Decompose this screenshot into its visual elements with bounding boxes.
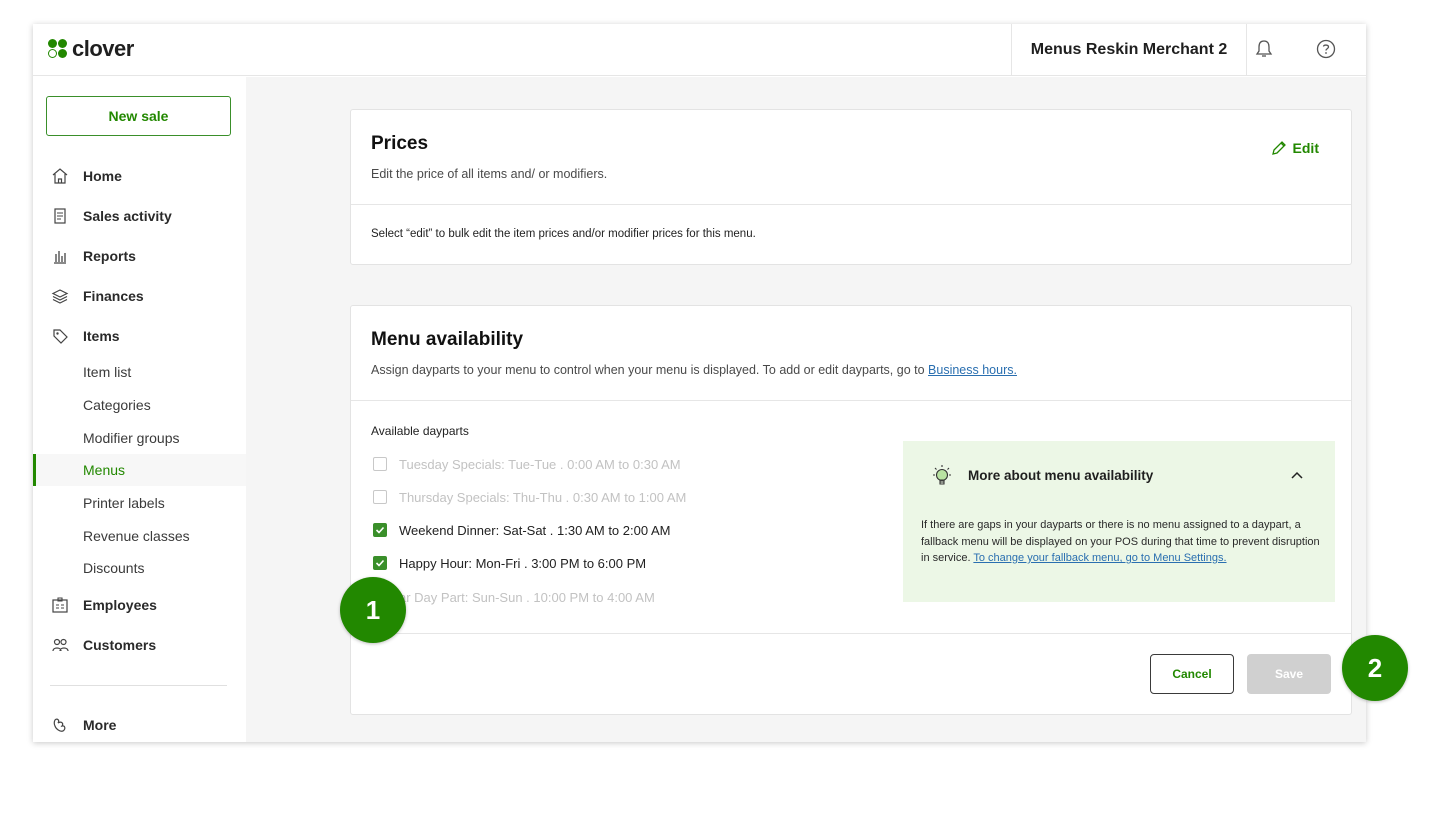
- menu-availability-card: Menu availability Assign dayparts to you…: [350, 305, 1352, 715]
- sidebar-subitem-label: Menus: [83, 462, 126, 478]
- edit-prices-button[interactable]: Edit: [1271, 140, 1319, 156]
- prices-title: Prices: [371, 133, 429, 154]
- daypart-checkbox[interactable]: [373, 457, 387, 471]
- step-marker-2: 2: [1342, 635, 1408, 701]
- sidebar-item-label: Finances: [83, 288, 144, 304]
- daypart-checkbox[interactable]: [373, 490, 387, 504]
- sidebar-item-more[interactable]: More: [33, 711, 246, 739]
- sidebar-item-label: Items: [83, 328, 120, 344]
- sidebar-item-label: Home: [83, 168, 122, 184]
- bell-icon[interactable]: [1253, 38, 1275, 60]
- availability-subtitle: Assign dayparts to your menu to control …: [371, 363, 1017, 377]
- tag-icon: [53, 329, 68, 344]
- prices-note: Select “edit” to bulk edit the item pric…: [371, 228, 756, 240]
- info-panel-title: More about menu availability: [968, 468, 1154, 483]
- sidebar-subitem-label: Printer labels: [83, 495, 165, 511]
- sidebar: New sale Home Sales activity Reports Fin…: [33, 77, 246, 742]
- chevron-up-icon[interactable]: [1289, 468, 1305, 484]
- sidebar-subitem-label: Discounts: [83, 560, 145, 576]
- daypart-label: Tuesday Specials: Tue-Tue . 0:00 AM to 0…: [399, 456, 681, 472]
- new-sale-button[interactable]: New sale: [46, 96, 231, 136]
- sidebar-subitem-label: Revenue classes: [83, 528, 190, 544]
- sidebar-item-reports[interactable]: Reports: [33, 242, 246, 270]
- sidebar-subitem-label: Categories: [83, 397, 151, 413]
- id-badge-icon: [52, 597, 68, 613]
- sidebar-divider: [50, 685, 227, 686]
- sidebar-item-label: Employees: [83, 597, 157, 613]
- menu-settings-link[interactable]: To change your fallback menu, go to Menu…: [973, 552, 1226, 564]
- layers-icon: [51, 289, 69, 304]
- cancel-button[interactable]: Cancel: [1150, 654, 1234, 694]
- sidebar-subitem-label: Modifier groups: [83, 430, 180, 446]
- sidebar-item-finances[interactable]: Finances: [33, 282, 246, 310]
- sidebar-subitem-revenue-classes[interactable]: Revenue classes: [33, 520, 246, 552]
- sidebar-item-employees[interactable]: Employees: [33, 591, 246, 619]
- app-window: clover Menus Reskin Merchant 2 New sale …: [33, 24, 1366, 742]
- home-icon: [52, 168, 68, 184]
- business-hours-link[interactable]: Business hours.: [928, 363, 1017, 377]
- more-apps-icon: [53, 718, 66, 732]
- merchant-name[interactable]: Menus Reskin Merchant 2: [1011, 24, 1247, 76]
- bar-chart-icon: [54, 251, 66, 264]
- sidebar-item-label: Customers: [83, 637, 157, 653]
- pencil-icon: [1271, 141, 1286, 155]
- sidebar-item-customers[interactable]: Customers: [33, 631, 246, 659]
- daypart-checkbox-row[interactable]: Happy Hour: Mon-Fri . 3:00 PM to 6:00 PM: [373, 554, 646, 572]
- main-content: Prices Edit the price of all items and/ …: [246, 77, 1366, 742]
- help-icon[interactable]: [1315, 38, 1337, 60]
- sidebar-subitem-menus[interactable]: Menus: [33, 454, 246, 486]
- sidebar-item-label: Reports: [83, 248, 136, 264]
- sidebar-item-label: Sales activity: [83, 208, 172, 224]
- edit-label: Edit: [1292, 140, 1319, 156]
- prices-divider: [351, 204, 1351, 205]
- daypart-checkbox-row[interactable]: ar Day Part: Sun-Sun . 10:00 PM to 4:00 …: [373, 588, 655, 606]
- lightbulb-icon: [933, 465, 951, 485]
- people-icon: [52, 638, 69, 652]
- save-button[interactable]: Save: [1247, 654, 1331, 694]
- availability-subtitle-text: Assign dayparts to your menu to control …: [371, 363, 929, 377]
- availability-info-panel: More about menu availability If there ar…: [903, 441, 1335, 602]
- daypart-checkbox[interactable]: [373, 523, 387, 537]
- availability-title: Menu availability: [371, 329, 524, 350]
- daypart-label: Thursday Specials: Thu-Thu . 0:30 AM to …: [399, 489, 687, 505]
- sidebar-item-items[interactable]: Items: [33, 322, 246, 350]
- daypart-checkbox-row[interactable]: Weekend Dinner: Sat-Sat . 1:30 AM to 2:0…: [373, 521, 670, 539]
- daypart-checkbox-row[interactable]: Thursday Specials: Thu-Thu . 0:30 AM to …: [373, 488, 686, 506]
- sidebar-subitem-label: Item list: [83, 364, 132, 380]
- availability-footer-divider: [351, 633, 1351, 634]
- sidebar-subitem-item-list[interactable]: Item list: [33, 356, 246, 388]
- daypart-label: Weekend Dinner: Sat-Sat . 1:30 AM to 2:0…: [399, 522, 671, 538]
- daypart-checkbox[interactable]: [373, 556, 387, 570]
- clover-logo[interactable]: clover: [48, 36, 134, 62]
- prices-subtitle: Edit the price of all items and/ or modi…: [371, 167, 608, 181]
- daypart-checkbox-row[interactable]: Tuesday Specials: Tue-Tue . 0:00 AM to 0…: [373, 455, 681, 473]
- prices-card: Prices Edit the price of all items and/ …: [350, 109, 1352, 265]
- step-marker-1: 1: [340, 577, 406, 643]
- sidebar-item-label: More: [83, 717, 117, 733]
- availability-divider: [351, 400, 1351, 401]
- sidebar-subitem-modifier-groups[interactable]: Modifier groups: [33, 422, 246, 454]
- sidebar-subitem-categories[interactable]: Categories: [33, 389, 246, 421]
- checkmark-icon: [375, 526, 385, 534]
- sidebar-subitem-printer-labels[interactable]: Printer labels: [33, 487, 246, 519]
- dayparts-label: Available dayparts: [371, 424, 469, 438]
- sidebar-subitem-discounts[interactable]: Discounts: [33, 552, 246, 584]
- logo-text: clover: [72, 36, 134, 61]
- top-bar: clover Menus Reskin Merchant 2: [33, 24, 1366, 76]
- sidebar-item-home[interactable]: Home: [33, 162, 246, 190]
- daypart-label: ar Day Part: Sun-Sun . 10:00 PM to 4:00 …: [399, 589, 655, 605]
- clover-logo-icon: [48, 39, 68, 59]
- checkmark-icon: [375, 559, 385, 567]
- info-panel-body: If there are gaps in your dayparts or th…: [921, 517, 1321, 567]
- sidebar-item-sales-activity[interactable]: Sales activity: [33, 202, 246, 230]
- daypart-label: Happy Hour: Mon-Fri . 3:00 PM to 6:00 PM: [399, 555, 647, 571]
- receipt-icon: [54, 208, 66, 224]
